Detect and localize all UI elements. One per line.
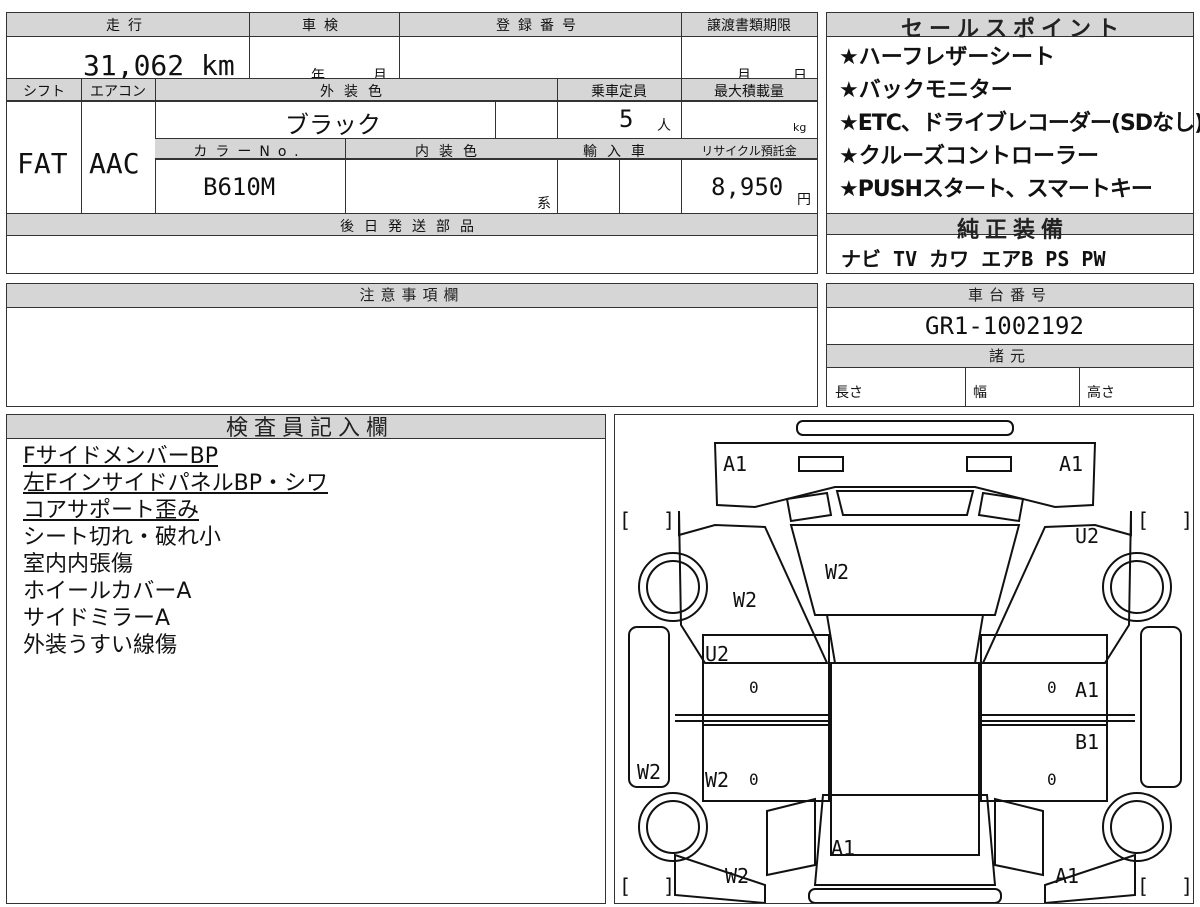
notes-panel: 注意事項欄	[6, 283, 818, 407]
code-left-front-door: U2	[705, 642, 729, 666]
code-rear-center: A1	[831, 836, 855, 860]
inspector-note-8: 外装うすい線傷	[23, 633, 178, 658]
inspector-note-1: FサイドメンバーBP	[23, 444, 219, 469]
chassis-number: GR1-1002192	[925, 312, 1084, 340]
sales-point-4: ★クルーズコントローラー	[839, 144, 1099, 169]
spec-length: 長さ	[835, 385, 863, 401]
recycle-unit: 円	[797, 192, 811, 208]
genuine-equipment-header: 純正装備	[827, 213, 1193, 243]
rear-bumper-shape	[808, 888, 1002, 904]
sales-point-5: ★PUSHスタート、スマートキー	[839, 177, 1153, 202]
front-bumper-shape	[796, 420, 1014, 436]
bracket-open-fl: [	[619, 508, 631, 532]
capacity-value: 5	[619, 105, 634, 133]
recycle-header: リサイクル預託金	[701, 144, 797, 158]
aircon-value: AAC	[89, 147, 140, 180]
genuine-equipment-value: ナビ TV カワ エアB PS PW	[841, 247, 1106, 271]
right-fender-shape	[981, 510, 1132, 664]
code-left-rear-door: W2	[705, 768, 729, 792]
import-header: 輸入車	[583, 144, 655, 160]
max-load-header: 最大積載量	[714, 84, 784, 100]
left-headlight-shape	[798, 456, 844, 472]
code-right-fender: U2	[1075, 524, 1099, 548]
sales-point-3: ★ETC、ドライブレコーダー(SDなし)	[839, 111, 1200, 136]
inspection-header: 車検	[302, 18, 346, 34]
inspector-header: 検査員記入欄	[7, 415, 605, 441]
code-right-front-door: A1	[1075, 678, 1099, 702]
front-panel-shape	[713, 442, 1097, 509]
sales-point-2: ★バックモニター	[839, 78, 1013, 103]
car-damage-diagram: [ ] [ ] [ ] [ ] A1 A1 W2 W2 U2 U2 0 0 A1…	[614, 414, 1194, 905]
later-parts-header: 後日発送部品	[340, 219, 484, 235]
interior-color-header: 内装色	[415, 144, 487, 160]
chassis-panel: 車台番号 GR1-1002192 諸元 長さ 幅 高さ	[826, 283, 1194, 407]
chassis-header: 車台番号	[827, 284, 1193, 308]
car-diagram-svg: [ ] [ ] [ ] [ ] A1 A1 W2 W2 U2 U2 0 0 A1…	[619, 420, 1193, 905]
vehicle-info-table: 走行 車検 登録番号 譲渡書類期限 31,062 km 年 月 月 日 シフト …	[6, 12, 818, 274]
exterior-color-header: 外装色	[320, 84, 392, 100]
code-rear-left-glass: W2	[725, 864, 749, 888]
inspector-note-5: 室内内張傷	[23, 552, 134, 577]
transfer-deadline-header: 譲渡書類期限	[707, 18, 791, 34]
inspector-note-4: シート切れ・破れ小	[23, 525, 222, 550]
sales-point-1: ★ハーフレザーシート	[839, 45, 1055, 70]
sales-points-header: セールスポイント	[827, 13, 1193, 42]
bracket-close-rr: ]	[1181, 874, 1193, 898]
spec-width: 幅	[973, 385, 987, 401]
right-headlight-shape	[966, 456, 1012, 472]
capacity-unit: 人	[657, 118, 671, 134]
shift-value: FAT	[17, 147, 68, 180]
specs-header: 諸元	[827, 344, 1193, 368]
code-left-front-door-num: 0	[749, 678, 759, 697]
inspector-note-3: コアサポート歪み	[23, 498, 200, 523]
code-left-rear-glass: W2	[637, 760, 661, 784]
registration-header: 登録番号	[496, 18, 584, 34]
code-right-rear-door: B1	[1075, 730, 1099, 754]
code-left-glass: W2	[733, 588, 757, 612]
color-no-value: B610M	[203, 173, 276, 201]
roof-shape	[830, 662, 980, 856]
capacity-header: 乗車定員	[591, 84, 647, 100]
exterior-color-value: ブラック	[285, 111, 381, 139]
notes-header: 注意事項欄	[7, 284, 817, 308]
bracket-open-rr: [	[1137, 874, 1149, 898]
left-fender-shape	[678, 510, 829, 664]
bracket-close-fl: ]	[663, 508, 675, 532]
code-left-rear-door-num: 0	[749, 770, 759, 789]
bracket-open-rl: [	[619, 874, 631, 898]
code-windshield: W2	[825, 560, 849, 584]
bracket-close-fr: ]	[1181, 508, 1193, 532]
aircon-header: エアコン	[90, 84, 146, 100]
spec-height: 高さ	[1087, 385, 1115, 401]
code-front-left: A1	[723, 452, 747, 476]
color-no-header: カラーNo.	[193, 144, 307, 160]
bracket-close-rl: ]	[663, 874, 675, 898]
shift-header: シフト	[23, 84, 65, 100]
code-right-rear-door-num: 0	[1047, 770, 1057, 789]
interior-color-suffix: 系	[537, 196, 551, 212]
inspector-panel: 検査員記入欄 FサイドメンバーBP 左FインサイドパネルBP・シワ コアサポート…	[6, 414, 606, 904]
sales-points-panel: セールスポイント ★ハーフレザーシート ★バックモニター ★ETC、ドライブレコ…	[826, 12, 1200, 274]
inspector-note-2: 左FインサイドパネルBP・シワ	[23, 471, 329, 496]
recycle-value: 8,950	[711, 173, 784, 201]
code-front-right: A1	[1059, 452, 1083, 476]
code-rear-right: A1	[1055, 864, 1079, 888]
max-load-unit: kg	[793, 121, 807, 134]
inspector-note-7: サイドミラーA	[23, 606, 171, 631]
bracket-open-fr: [	[1137, 508, 1149, 532]
mileage-header: 走行	[106, 18, 150, 34]
inspector-note-6: ホイールカバーA	[23, 579, 192, 604]
code-right-front-door-num: 0	[1047, 678, 1057, 697]
